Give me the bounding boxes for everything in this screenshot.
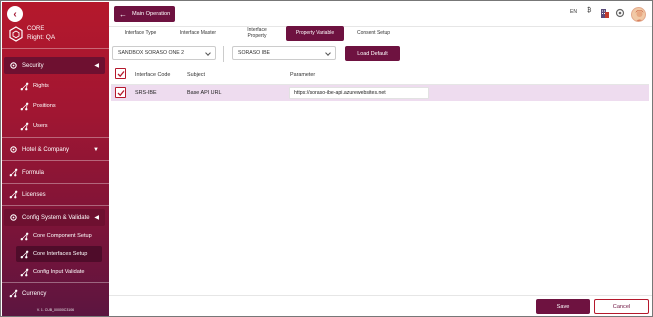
sidebar-item-hotel-company[interactable]: Hotel & Company ▼ [4, 141, 105, 158]
sidebar-item-licenses[interactable]: Licenses [4, 186, 105, 203]
sidebar-item-label: Formula [22, 169, 45, 176]
divider [2, 160, 109, 161]
cancel-button[interactable]: Cancel [594, 299, 649, 314]
chevron-left-icon[interactable]: ◀ [94, 62, 99, 69]
column-header-parameter[interactable]: Parameter [290, 72, 315, 78]
nodes-icon [19, 267, 29, 277]
sidebar: ‹ CORE Right: QA Security ◀ Rights Posit… [2, 2, 109, 316]
language-selector[interactable]: EN [570, 9, 577, 15]
property-select[interactable]: SANDBOX SORASO ONE 2 [112, 46, 216, 60]
gear-icon[interactable] [615, 8, 625, 18]
app-window: ‹ CORE Right: QA Security ◀ Rights Posit… [0, 0, 653, 317]
filter-divider [223, 46, 224, 62]
gear-icon [8, 213, 18, 223]
chevron-down-icon [205, 50, 211, 56]
sidebar-item-positions[interactable]: Positions [16, 98, 102, 114]
sidebar-item-currency[interactable]: Currency [4, 285, 105, 302]
bitcoin-icon[interactable]: ₿ [587, 8, 591, 14]
sidebar-item-label: Config Input Validate [33, 269, 85, 275]
sidebar-item-label: Licenses [22, 191, 46, 198]
nodes-icon [19, 101, 29, 111]
nodes-icon [8, 168, 18, 178]
row-checkbox[interactable] [115, 87, 126, 98]
divider [2, 183, 109, 184]
nodes-icon [8, 190, 18, 200]
divider [2, 137, 109, 138]
interface-select[interactable]: SORASO IBE [232, 46, 336, 60]
sidebar-item-core-component[interactable]: Core Component Setup [16, 228, 102, 244]
tab-interface-property[interactable]: Interface Property [241, 27, 273, 42]
main-operation-button[interactable]: ← Main Operation [114, 6, 175, 22]
cell-subject: Base API URL [187, 90, 222, 96]
divider [2, 205, 109, 206]
sidebar-item-label: Security [22, 62, 44, 69]
nodes-icon [8, 289, 18, 299]
column-header-interface-code[interactable]: Interface Code [135, 72, 170, 78]
sidebar-item-formula[interactable]: Formula [4, 164, 105, 181]
arrow-left-icon: ← [119, 9, 127, 19]
tab-interface-master[interactable]: Interface Master [174, 30, 222, 39]
right-label: Right: QA [27, 34, 56, 41]
divider [2, 282, 109, 283]
tab-property-variable[interactable]: Property Variable [286, 26, 344, 41]
sidebar-item-label: Rights [33, 83, 49, 89]
sidebar-item-label: Users [33, 123, 48, 129]
load-default-button[interactable]: Load Default [345, 46, 400, 61]
cell-interface-code: SRS-IBE [135, 90, 157, 96]
version-label: V. 1. CUB_00000C3106 [36, 308, 75, 312]
nodes-icon [19, 231, 29, 241]
building-icon[interactable] [600, 7, 610, 18]
sidebar-item-label: Positions [33, 103, 56, 109]
chevron-down-icon [325, 50, 331, 56]
sidebar-item-label: Core Component Setup [33, 233, 92, 239]
core-logo-icon [9, 26, 23, 42]
sidebar-item-users[interactable]: Users [16, 118, 102, 134]
column-header-subject[interactable]: Subject [187, 72, 205, 78]
back-arrow-icon[interactable]: ‹ [7, 6, 23, 22]
tab-consent-setup[interactable]: Consent Setup [351, 30, 396, 39]
tab-interface-type[interactable]: Interface Type [119, 30, 162, 39]
main-operation-label: Main Operation [132, 11, 171, 17]
sidebar-item-label: Hotel & Company [22, 146, 70, 153]
gear-icon [8, 61, 18, 71]
sidebar-item-config-system[interactable]: Config System & Validate ◀ [4, 209, 105, 226]
sidebar-item-label: Core Interfaces Setup [33, 251, 88, 257]
chevron-left-icon[interactable]: ◀ [94, 214, 99, 221]
chevron-down-icon[interactable]: ▼ [93, 147, 99, 153]
nodes-icon [19, 81, 29, 91]
divider [2, 48, 109, 49]
sidebar-item-core-interfaces[interactable]: Core Interfaces Setup [16, 246, 102, 262]
avatar[interactable] [631, 7, 646, 22]
header-divider [109, 26, 652, 27]
footer-divider [109, 295, 652, 296]
property-select-value: SANDBOX SORASO ONE 2 [118, 50, 185, 56]
nodes-icon [19, 249, 29, 259]
select-all-checkbox[interactable] [115, 68, 126, 79]
sidebar-item-security[interactable]: Security ◀ [4, 57, 105, 74]
sidebar-item-label: Currency [22, 290, 47, 297]
interface-select-value: SORASO IBE [238, 50, 270, 56]
sidebar-item-rights[interactable]: Rights [16, 78, 102, 94]
parameter-input[interactable]: https://soraso-ibe-api.azurewebsites.net [289, 87, 429, 99]
sidebar-item-label: Config System & Validate [22, 214, 90, 221]
sidebar-item-config-input[interactable]: Config Input Validate [16, 264, 102, 280]
save-button[interactable]: Save [536, 299, 590, 314]
app-name: CORE [27, 26, 45, 32]
gear-icon [8, 145, 18, 155]
nodes-icon [19, 121, 29, 131]
